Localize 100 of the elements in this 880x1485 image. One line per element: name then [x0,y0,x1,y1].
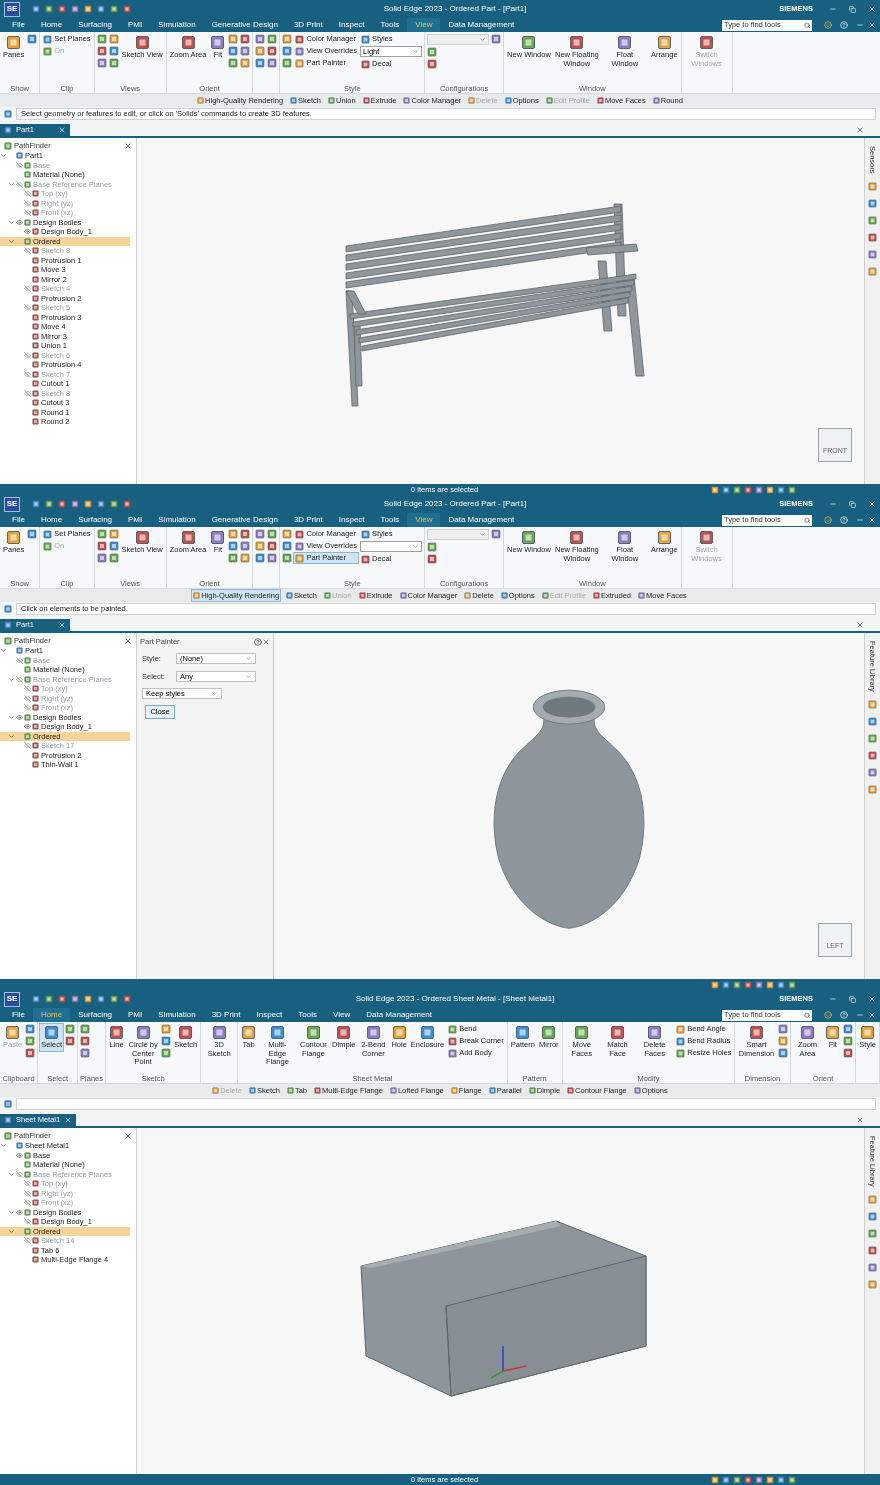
quick-access-icon[interactable] [97,5,105,13]
tool-icon[interactable] [96,58,107,68]
restore-icon[interactable] [849,5,856,13]
tool-icon[interactable] [228,46,239,56]
tool-icon[interactable] [240,46,251,56]
side-tool-icon[interactable] [868,1279,877,1289]
tool-icon[interactable] [96,553,107,563]
expand-icon[interactable] [8,1170,15,1178]
tool-icon[interactable] [27,529,38,539]
side-tool-icon[interactable] [868,266,877,276]
tool-icon[interactable] [427,59,438,69]
menu-tab[interactable]: Inspect [330,18,373,32]
menu-tab[interactable]: Home [32,18,71,32]
tool-icon[interactable] [228,34,239,44]
tool-icon[interactable] [108,46,119,56]
side-tool-icon[interactable] [868,1211,877,1221]
tool-icon[interactable] [228,553,239,563]
menu-tab[interactable]: View [407,513,441,527]
menu-tab[interactable]: Generative Design [203,18,286,32]
expand-icon[interactable] [8,675,15,683]
status-tool-icon[interactable] [788,485,796,494]
tool-icon[interactable] [228,529,239,539]
expand-icon[interactable] [0,1142,7,1150]
quick-access-icon[interactable] [110,995,118,1003]
menu-tab[interactable]: Tools [372,18,408,32]
quick-access-icon[interactable] [84,995,92,1003]
quick-access-icon[interactable] [110,500,118,508]
tool-icon[interactable] [491,34,502,44]
tool-icon[interactable] [161,1036,172,1046]
quick-access-icon[interactable] [84,5,92,13]
side-tool-icon[interactable] [868,784,877,794]
status-tool-icon[interactable] [722,1475,730,1484]
expand-icon[interactable] [8,237,15,245]
status-tool-icon[interactable] [711,1475,719,1484]
app-logo[interactable]: SE [4,496,20,512]
eye-off-icon[interactable] [24,1189,31,1197]
eye-icon[interactable] [16,1208,23,1216]
menu-tab[interactable]: Surfacing [70,1008,121,1022]
tool-icon[interactable] [255,553,266,563]
side-tool-icon[interactable] [868,181,877,191]
side-tool-icon[interactable] [868,767,877,777]
eye-icon[interactable] [24,723,31,731]
menu-tab[interactable]: Tools [372,513,408,527]
tool-icon[interactable] [96,529,107,539]
status-tool-icon[interactable] [733,1475,741,1484]
tool-icon[interactable] [267,541,278,551]
tool-icon[interactable] [777,1036,788,1046]
help-icon[interactable] [254,637,262,646]
quick-access-icon[interactable] [123,500,131,508]
menu-tab[interactable]: Simulation [150,513,204,527]
tool-icon[interactable] [25,1024,36,1034]
tool-icon[interactable] [96,46,107,56]
close-icon[interactable] [856,1116,864,1124]
tool-icon[interactable] [80,1048,91,1058]
tool-icon[interactable] [108,529,119,539]
menu-tab[interactable]: Surfacing [70,513,121,527]
expand-icon[interactable] [8,1208,15,1216]
smiley-icon[interactable] [824,516,832,524]
close-icon[interactable] [64,1116,73,1124]
eye-off-icon[interactable] [24,685,31,693]
status-tool-icon[interactable] [744,980,752,989]
tool-icon[interactable] [255,529,266,539]
status-tool-icon[interactable] [722,980,730,989]
eye-off-icon[interactable] [24,370,31,378]
eye-off-icon[interactable] [24,1218,31,1226]
close-icon[interactable] [856,621,864,629]
menu-tab[interactable]: File [4,513,33,527]
tool-icon[interactable] [491,529,502,539]
quick-access-icon[interactable] [123,5,131,13]
status-tool-icon[interactable] [733,980,741,989]
expand-icon[interactable] [8,732,15,740]
quick-access-icon[interactable] [58,5,66,13]
eye-off-icon[interactable] [16,161,23,169]
search-icon[interactable] [803,1011,810,1019]
tool-icon[interactable] [427,47,438,57]
status-tool-icon[interactable] [766,980,774,989]
status-tool-icon[interactable] [777,1475,785,1484]
status-tool-icon[interactable] [777,980,785,989]
tool-icon[interactable] [777,1024,788,1034]
close-icon[interactable] [262,637,270,646]
tool-icon[interactable] [228,541,239,551]
side-tool-icon[interactable] [868,1194,877,1204]
minimize-icon[interactable] [829,500,837,508]
quick-access-icon[interactable] [123,995,131,1003]
quick-access-icon[interactable] [45,500,53,508]
expand-icon[interactable] [8,218,15,226]
tool-icon[interactable] [282,46,293,56]
tool-icon[interactable] [228,58,239,68]
status-tool-icon[interactable] [744,1475,752,1484]
tool-icon[interactable] [427,542,438,552]
eye-off-icon[interactable] [24,742,31,750]
tool-icon[interactable] [240,529,251,539]
tool-icon[interactable] [427,554,438,564]
app-logo[interactable]: SE [4,991,20,1007]
quick-access-icon[interactable] [58,995,66,1003]
tool-icon[interactable] [108,34,119,44]
expand-icon[interactable] [0,647,7,655]
tool-icon[interactable] [65,1036,76,1046]
side-tool-icon[interactable] [868,750,877,760]
tool-icon[interactable] [843,1036,854,1046]
